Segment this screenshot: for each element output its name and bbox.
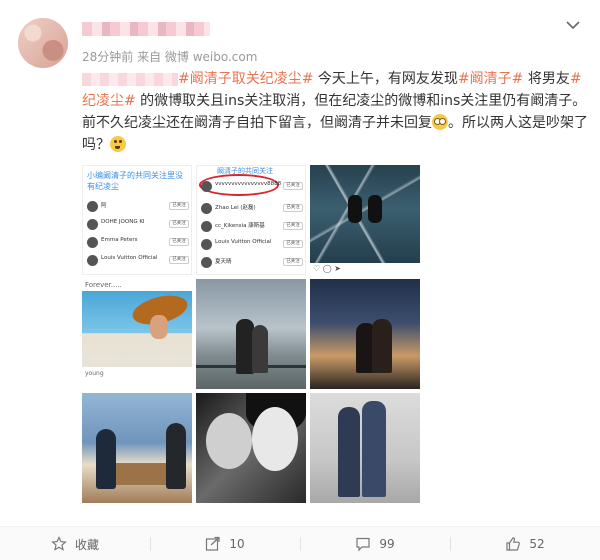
list-item-name: Emma Peters <box>101 237 138 243</box>
username-blurred[interactable] <box>82 22 210 36</box>
shoe-left <box>348 195 362 223</box>
photo-9[interactable] <box>310 393 420 503</box>
follow-status-button: 已关注 <box>283 240 303 248</box>
list-item: Louis Vuitton Official 已关注 <box>201 238 303 252</box>
list-item: 阿 已关注 <box>87 200 189 214</box>
avatar <box>201 257 212 268</box>
follow-status-button: 已关注 <box>283 204 303 212</box>
username-blurred-inline[interactable] <box>82 72 178 86</box>
list-item-name: Zhao Lei (赵磊) <box>215 205 256 211</box>
avatar-image <box>18 18 68 68</box>
follow-status-button: 已关注 <box>169 256 189 264</box>
photo-4-top-text: Forever..... <box>85 281 122 289</box>
avatar <box>201 181 212 192</box>
photo-1-caption: 小编阚清子的共同关注里没有纪凌尘 <box>87 171 183 191</box>
emoji-glasses-icon <box>432 114 448 130</box>
avatar <box>201 203 212 214</box>
avatar <box>201 239 212 250</box>
photo-1[interactable]: 小编阚清子的共同关注里没有纪凌尘 阿 已关注 DOHE JOONG KI 已关注… <box>82 165 192 275</box>
avatar <box>87 219 98 230</box>
photo-5[interactable] <box>196 279 306 389</box>
collect-button[interactable]: 收藏 <box>0 527 150 560</box>
follow-status-button: 已关注 <box>283 182 303 190</box>
list-item-name: vvvvvvvvvvvvvvvv8888 <box>215 181 282 187</box>
follow-status-button: 已关注 <box>169 220 189 228</box>
avatar[interactable] <box>18 18 68 68</box>
shoe-right <box>368 195 382 223</box>
photo-grid: 小编阚清子的共同关注里没有纪凌尘 阿 已关注 DOHE JOONG KI 已关注… <box>82 165 420 503</box>
face <box>150 315 168 339</box>
photo-4-bottom-text: young <box>85 370 104 377</box>
follow-status-button: 已关注 <box>283 222 303 230</box>
photo-3[interactable]: ♡ ◯ ➤ <box>310 165 420 275</box>
comment-icon <box>356 537 370 552</box>
avatar <box>201 221 212 232</box>
face <box>206 413 252 469</box>
table <box>112 463 168 485</box>
emoji-surprised-icon <box>110 136 126 152</box>
comment-button[interactable]: 99 <box>300 527 450 560</box>
follow-status-button: 已关注 <box>283 258 303 266</box>
list-item: vvvvvvvvvvvvvvvv8888 已关注 <box>201 180 303 194</box>
follow-status-button: 已关注 <box>169 238 189 246</box>
chevron-down-icon[interactable] <box>564 16 582 34</box>
post-text: #阚清子取关纪凌尘# 今天上午，有网友发现#阚清子# 将男友#纪凌尘# 的微博取… <box>82 68 590 156</box>
share-button[interactable]: 10 <box>150 527 300 560</box>
hashtag-kan-qingzi[interactable]: #阚清子# <box>458 71 523 87</box>
collect-label: 收藏 <box>74 537 99 552</box>
photo-4[interactable]: Forever..... young <box>82 279 192 389</box>
person <box>166 423 186 489</box>
share-icon <box>206 536 220 551</box>
photo-6[interactable] <box>310 279 420 389</box>
list-item: cc_Kikensia 康斯基 已关注 <box>201 220 303 234</box>
post-text-2: 将男友 <box>523 71 570 87</box>
topic-hashtag[interactable]: #阚清子取关纪凌尘# <box>178 71 313 87</box>
list-item: Louis Vuitton Official 已关注 <box>87 254 189 268</box>
follow-status-button: 已关注 <box>169 202 189 210</box>
list-item-name: Louis Vuitton Official <box>215 239 272 245</box>
person <box>252 325 268 373</box>
photo-7[interactable] <box>82 393 192 503</box>
post-text-1: 今天上午，有网友发现 <box>313 71 458 87</box>
share-count: 10 <box>229 537 245 551</box>
avatar <box>87 255 98 266</box>
star-icon <box>51 536 67 551</box>
avatar <box>87 237 98 248</box>
person <box>338 407 360 497</box>
weibo-post-card: 28分钟前 来自 微博 weibo.com #阚清子取关纪凌尘# 今天上午，有网… <box>0 0 600 560</box>
person <box>96 429 116 489</box>
list-item: 夏天晴 已关注 <box>201 256 303 270</box>
face <box>252 407 298 471</box>
list-item-name: DOHE JOONG KI <box>101 219 145 225</box>
photo-8[interactable] <box>196 393 306 503</box>
thumbs-up-icon <box>506 537 521 551</box>
list-item-name: cc_Kikensia 康斯基 <box>215 223 265 229</box>
like-count: 52 <box>529 537 545 551</box>
instagram-action-bar: ♡ ◯ ➤ <box>310 263 420 275</box>
action-bar: 收藏 10 99 52 <box>0 526 600 560</box>
person <box>362 401 386 497</box>
photo-2[interactable]: 阚清子的共同关注 vvvvvvvvvvvvvvvv8888 已关注 Zhao L… <box>196 165 306 275</box>
list-item-name: 夏天晴 <box>215 259 232 265</box>
ice-texture <box>310 165 420 275</box>
list-item: Zhao Lei (赵磊) 已关注 <box>201 202 303 216</box>
person <box>372 319 392 373</box>
post-meta: 28分钟前 来自 微博 weibo.com <box>82 50 258 64</box>
comment-count: 99 <box>379 537 395 551</box>
list-item-name: 阿 <box>101 203 107 209</box>
list-item-name: Louis Vuitton Official <box>101 255 158 261</box>
like-button[interactable]: 52 <box>450 527 600 560</box>
list-item: DOHE JOONG KI 已关注 <box>87 218 189 232</box>
avatar <box>87 201 98 212</box>
list-item: Emma Peters 已关注 <box>87 236 189 250</box>
